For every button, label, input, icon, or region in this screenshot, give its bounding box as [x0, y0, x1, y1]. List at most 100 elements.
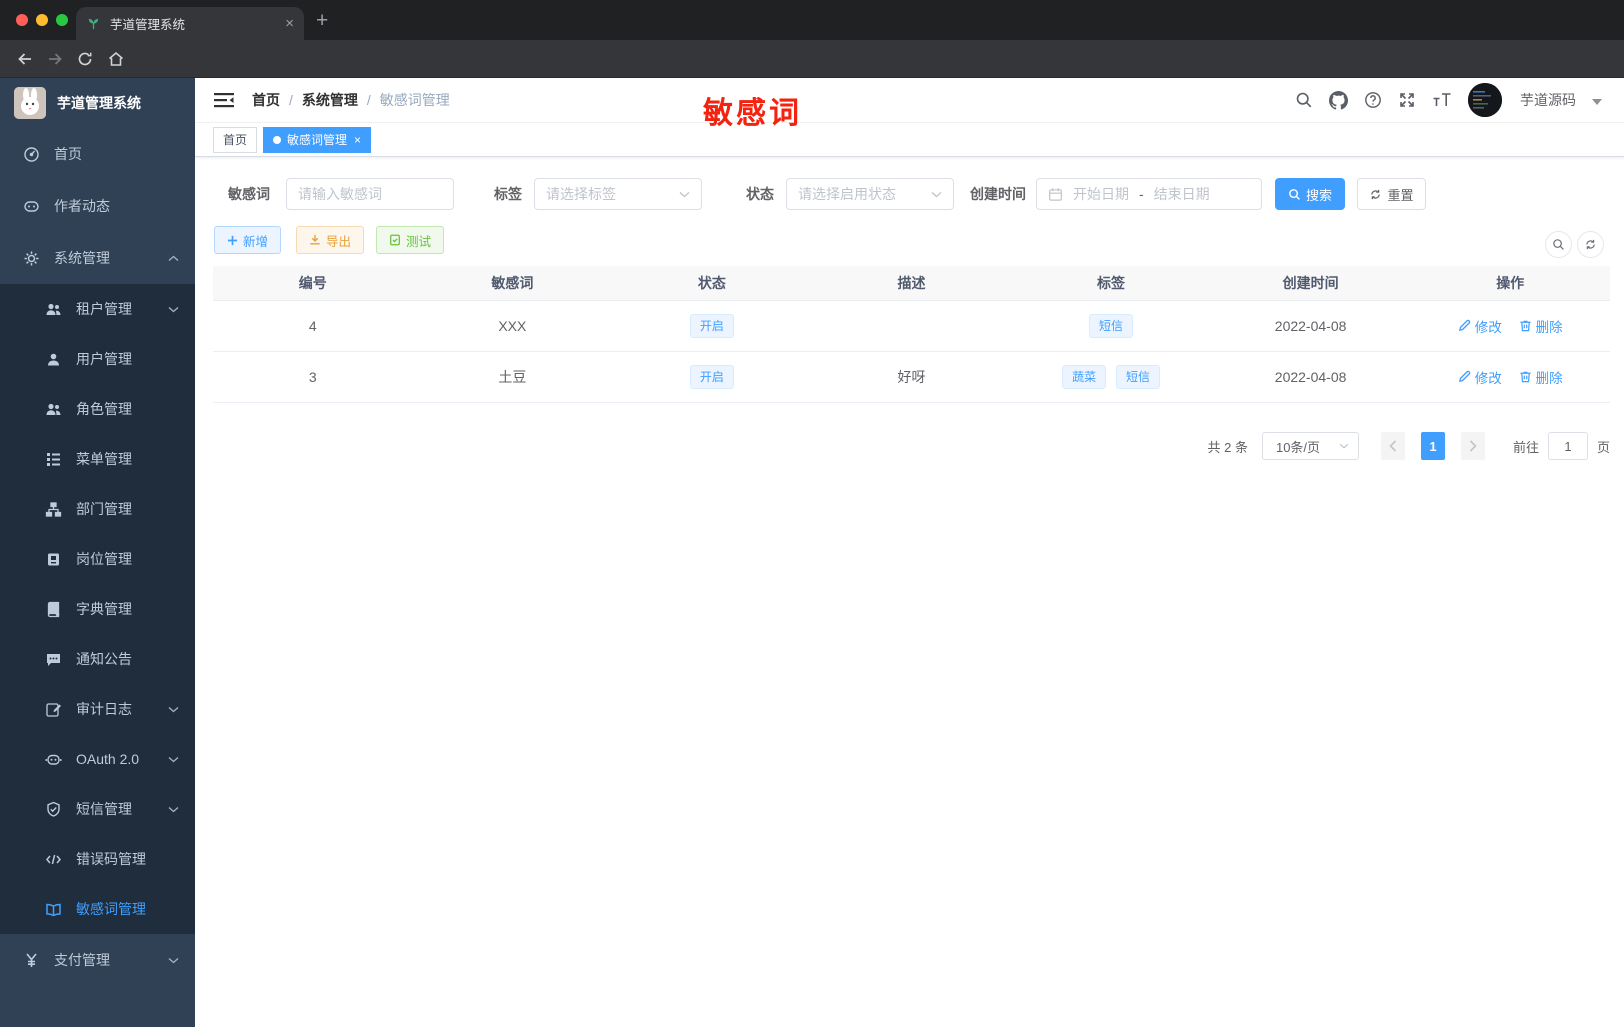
date-end-placeholder: 结束日期 — [1153, 186, 1210, 202]
date-range-picker[interactable]: 开始日期 - 结束日期 — [1036, 178, 1262, 210]
sidebar-item-post[interactable]: 岗位管理 — [0, 534, 195, 584]
users-icon — [44, 300, 62, 318]
status-select[interactable]: 请选择启用状态 — [786, 178, 954, 210]
add-button[interactable]: 新增 — [214, 226, 282, 254]
home-icon[interactable] — [107, 50, 125, 68]
sidebar-item-tenant[interactable]: 租户管理 — [0, 284, 195, 334]
delete-link[interactable]: 删除 — [1519, 316, 1563, 336]
test-button[interactable]: 测试 — [376, 226, 445, 254]
header-search-icon[interactable] — [1295, 91, 1313, 109]
sensitive-word-table: 编号 敏感词 状态 描述 标签 创建时间 操作 4 XXX 开启 短信 2022… — [213, 266, 1610, 403]
col-tags: 标签 — [1011, 266, 1211, 301]
keyword-label: 敏感词 — [228, 186, 270, 202]
username[interactable]: 芋道源码 — [1520, 90, 1576, 110]
shield-check-icon — [44, 800, 62, 818]
sidebar-item-oauth[interactable]: OAuth 2.0 — [0, 734, 195, 784]
sidebar-item-author-news[interactable]: 作者动态 — [0, 180, 195, 232]
goto-label: 前往 — [1512, 439, 1539, 455]
sidebar-item-audit-log[interactable]: 审计日志 — [0, 684, 195, 734]
tag-badge: 短信 — [1089, 313, 1134, 338]
sidebar-item-dict[interactable]: 字典管理 — [0, 584, 195, 634]
window-controls[interactable] — [16, 14, 68, 26]
dashboard-icon — [22, 145, 40, 163]
back-icon[interactable] — [16, 50, 34, 68]
sidebar-item-sms[interactable]: 短信管理 — [0, 784, 195, 834]
table-row: 3 土豆 开启 好呀 蔬菜 短信 2022-04-08 修改 删除 — [213, 351, 1610, 403]
sidebar-item-dept[interactable]: 部门管理 — [0, 484, 195, 534]
prev-page-button[interactable] — [1380, 432, 1405, 460]
help-icon[interactable] — [1364, 91, 1382, 109]
browser-tab-title: 芋道管理系统 — [110, 18, 186, 32]
delete-link[interactable]: 删除 — [1519, 367, 1563, 387]
sidebar-item-menu[interactable]: 菜单管理 — [0, 434, 195, 484]
top-navbar: 首页 / 系统管理 / 敏感词管理 芋道源码 — [195, 78, 1624, 123]
next-page-button[interactable] — [1460, 432, 1485, 460]
code-icon — [44, 850, 62, 868]
pagination: 共 2 条 10条/页 1 前往 页 — [1207, 432, 1610, 460]
favicon-plant-icon — [86, 16, 101, 31]
chevron-down-icon — [168, 957, 179, 964]
breadcrumb-home[interactable]: 首页 — [252, 90, 280, 110]
logo-rabbit-avatar — [14, 87, 46, 119]
sidebar-toggle-icon[interactable] — [214, 92, 234, 108]
sidebar-logo[interactable]: 芋道管理系统 — [0, 78, 195, 128]
org-tree-icon — [44, 500, 62, 518]
sidebar-item-system[interactable]: 系统管理 — [0, 232, 195, 284]
toggle-search-button[interactable] — [1545, 231, 1572, 258]
caret-down-icon[interactable] — [1592, 99, 1602, 105]
zoom-window-button[interactable] — [56, 14, 68, 26]
sidebar-item-user[interactable]: 用户管理 — [0, 334, 195, 384]
sidebar-item-home[interactable]: 首页 — [0, 128, 195, 180]
close-window-button[interactable] — [16, 14, 28, 26]
minimize-window-button[interactable] — [36, 14, 48, 26]
table-row: 4 XXX 开启 短信 2022-04-08 修改 删除 — [213, 300, 1610, 352]
sidebar-item-pay[interactable]: 支付管理 — [0, 934, 195, 986]
sidebar-item-error-code[interactable]: 错误码管理 — [0, 834, 195, 884]
total-count: 共 2 条 — [1207, 439, 1248, 455]
breadcrumb-system[interactable]: 系统管理 — [302, 90, 358, 110]
sidebar-item-role[interactable]: 角色管理 — [0, 384, 195, 434]
robot-icon — [44, 750, 62, 768]
active-dot — [273, 135, 282, 144]
goto-page-input[interactable] — [1547, 432, 1588, 460]
font-size-icon[interactable] — [1432, 91, 1452, 109]
chevron-down-icon — [168, 706, 179, 713]
github-icon[interactable] — [1329, 90, 1348, 110]
edit-link[interactable]: 修改 — [1458, 367, 1502, 387]
export-button[interactable]: 导出 — [296, 226, 365, 254]
tag-close-icon[interactable]: × — [354, 133, 361, 147]
search-button[interactable]: 搜索 — [1275, 178, 1345, 210]
user-icon — [44, 350, 62, 368]
col-desc: 描述 — [811, 266, 1012, 301]
page-size-select[interactable]: 10条/页 — [1261, 432, 1359, 460]
tags-view-bar: 首页 敏感词管理 × — [195, 123, 1624, 157]
tag-badge: 蔬菜 — [1062, 364, 1107, 389]
page-suffix: 页 — [1596, 439, 1610, 455]
forward-icon[interactable] — [46, 50, 64, 68]
status-filter-label: 状态 — [746, 186, 774, 202]
tag-sensitive-word[interactable]: 敏感词管理 × — [263, 126, 372, 153]
main-area: 首页 / 系统管理 / 敏感词管理 芋道源码 敏感词 首页 敏感词管理 × 敏感… — [195, 78, 1624, 1027]
fullscreen-icon[interactable] — [1398, 91, 1416, 109]
keyword-input[interactable] — [298, 186, 442, 202]
status-badge: 开启 — [689, 364, 734, 389]
col-word: 敏感词 — [412, 266, 613, 301]
sidebar-item-notice[interactable]: 通知公告 — [0, 634, 195, 684]
refresh-table-button[interactable] — [1577, 231, 1604, 258]
tab-close-icon[interactable]: × — [285, 16, 294, 31]
breadcrumb-current: 敏感词管理 — [379, 92, 450, 108]
chevron-down-icon — [168, 806, 179, 813]
browser-tab[interactable]: 芋道管理系统 × — [76, 7, 304, 40]
tag-select[interactable]: 请选择标签 — [534, 178, 702, 210]
current-page[interactable]: 1 — [1420, 432, 1445, 460]
edit-link[interactable]: 修改 — [1458, 316, 1502, 336]
sidebar-item-sensitive-word[interactable]: 敏感词管理 — [0, 884, 195, 934]
tag-home[interactable]: 首页 — [213, 126, 258, 153]
new-tab-button[interactable]: + — [316, 9, 328, 33]
calendar-icon — [1048, 187, 1063, 202]
reload-icon[interactable] — [76, 50, 94, 68]
tag-filter-label: 标签 — [494, 186, 522, 202]
reset-button[interactable]: 重置 — [1357, 178, 1426, 210]
user-avatar[interactable] — [1468, 83, 1502, 117]
col-time: 创建时间 — [1210, 266, 1411, 301]
